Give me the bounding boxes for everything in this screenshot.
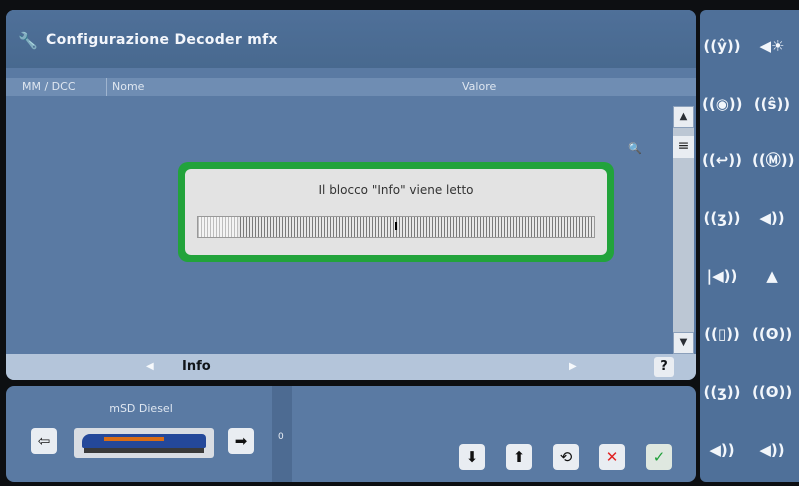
progress-bar: I (197, 216, 595, 238)
wrench-icon: 🔧 (18, 31, 38, 50)
ok-button[interactable]: ✓ (646, 444, 672, 470)
scroll-up-button[interactable]: ▲ (673, 106, 694, 128)
decoder-reset-icon: ⟲ (559, 448, 573, 466)
progress-dialog: Il blocco "Info" viene letto I (178, 162, 614, 262)
reset-decoder-button[interactable]: ⟲ (553, 444, 579, 470)
loco-stripe-shape (104, 437, 164, 441)
nav-page-label: Info (182, 359, 211, 374)
whistle-icon[interactable]: |◀)) (702, 256, 742, 296)
window-title: Configurazione Decoder mfx (46, 32, 278, 48)
loco-next-button[interactable]: ➡ (228, 428, 254, 454)
nav-prev-button[interactable]: ◀ (146, 354, 154, 380)
decoder-write-icon: ⬆ (512, 448, 526, 466)
progress-dialog-body: Il blocco "Info" viene letto I (185, 169, 607, 255)
door-sound-icon[interactable]: ((▯)) (702, 314, 742, 354)
coupler-sound-icon[interactable]: ((ŝ)) (752, 84, 792, 124)
magnifier-icon: 🔍 (628, 142, 642, 155)
conductor-icon[interactable]: ((ʘ)) (752, 372, 792, 412)
headlight-icon[interactable]: ◀☀ (752, 26, 792, 66)
menu-icon[interactable]: ≡ (673, 136, 694, 158)
scroll-track[interactable] (673, 128, 694, 332)
compressor-icon[interactable]: ((ʘ)) (752, 314, 792, 354)
volume-up-icon[interactable]: ◀)) (702, 430, 742, 470)
cancel-button[interactable]: ✕ (599, 444, 625, 470)
read-decoder-button[interactable]: ⬇ (459, 444, 485, 470)
progress-message: Il blocco "Info" viene letto (318, 183, 474, 197)
title-bar: 🔧 Configurazione Decoder mfx (6, 10, 696, 68)
nav-next-button[interactable]: ▶ (569, 354, 577, 380)
progress-marker: I (394, 220, 399, 233)
loco-image[interactable] (74, 428, 214, 458)
loco-panel: mSD Diesel ⇦ ➡ 0 ⬇ ⬆ ⟲ ✕ ✓ (6, 386, 696, 482)
speed-value: 0 (278, 432, 284, 442)
help-button[interactable]: ? (654, 357, 674, 377)
app-window: 🔧 Configurazione Decoder mfx MM / DCC No… (0, 0, 799, 486)
scroll-down-button[interactable]: ▼ (673, 332, 694, 354)
page-nav-bar: ◀ Info ▶ ? (6, 354, 696, 380)
shunting-icon[interactable]: ▲ (752, 256, 792, 296)
brake-sound-icon[interactable]: ((↩)) (702, 140, 742, 180)
progress-fill (198, 217, 238, 237)
column-valore[interactable]: Valore (462, 78, 496, 96)
function-sidebar: ((ŷ)) ◀☀ ((◉)) ((ŝ)) ((↩)) ((Ⓜ)) ((ʒ)) ◀… (700, 10, 799, 482)
column-header: MM / DCC Nome Valore (6, 78, 696, 96)
loco-prev-button[interactable]: ⇦ (31, 428, 57, 454)
column-mm-dcc[interactable]: MM / DCC (22, 78, 76, 96)
horn-icon[interactable]: ((ʒ)) (702, 198, 742, 238)
loco-name: mSD Diesel (109, 402, 173, 415)
horn-low-icon[interactable]: ◀)) (752, 198, 792, 238)
column-nome[interactable]: Nome (106, 78, 144, 96)
station-announce-icon[interactable]: ((Ⓜ)) (752, 140, 794, 180)
radio-signal-icon[interactable]: ((ŷ)) (702, 26, 742, 66)
decoder-read-icon: ⬇ (465, 448, 479, 466)
sound-generator-icon[interactable]: ((◉)) (702, 84, 743, 124)
volume-down-icon[interactable]: ◀)) (752, 430, 792, 470)
write-decoder-button[interactable]: ⬆ (506, 444, 532, 470)
loco-wheels-shape (84, 448, 204, 453)
fan-sound-icon[interactable]: ((ʒ)) (702, 372, 742, 412)
